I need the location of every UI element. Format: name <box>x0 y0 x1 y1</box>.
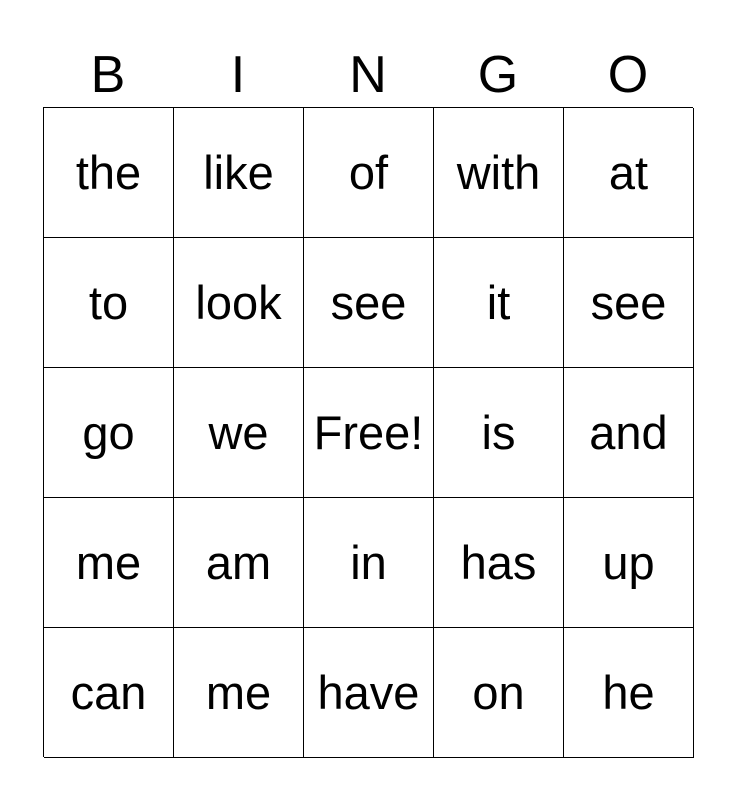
bingo-cell: on <box>434 628 564 758</box>
bingo-cell: see <box>564 238 694 368</box>
free-space-cell: Free! <box>304 368 434 498</box>
bingo-cell: look <box>174 238 304 368</box>
bingo-cell: we <box>174 368 304 498</box>
bingo-cell: at <box>564 108 694 238</box>
bingo-cell: go <box>44 368 174 498</box>
bingo-cell: to <box>44 238 174 368</box>
bingo-cell: can <box>44 628 174 758</box>
bingo-grid: the like of with at to look see it see go we Free! is… <box>43 107 694 758</box>
bingo-cell: with <box>434 108 564 238</box>
bingo-cell: like <box>174 108 304 238</box>
bingo-cell: has <box>434 498 564 628</box>
header-letter: B <box>90 46 126 104</box>
bingo-cell: see <box>304 238 434 368</box>
bingo-cell: have <box>304 628 434 758</box>
bingo-cell: the <box>44 108 174 238</box>
bingo-cell: up <box>564 498 694 628</box>
bingo-cell: in <box>304 498 434 628</box>
bingo-cell: and <box>564 368 694 498</box>
bingo-cell: of <box>304 108 434 238</box>
bingo-cell: am <box>174 498 304 628</box>
bingo-cell: it <box>434 238 564 368</box>
bingo-cell: he <box>564 628 694 758</box>
header-letter: G <box>477 46 519 104</box>
bingo-header: B I N G O <box>43 44 693 106</box>
header-letter: O <box>607 46 649 104</box>
bingo-cell: me <box>174 628 304 758</box>
header-letter: N <box>349 46 387 104</box>
bingo-cell: me <box>44 498 174 628</box>
bingo-cell: is <box>434 368 564 498</box>
header-letter: I <box>230 46 246 104</box>
